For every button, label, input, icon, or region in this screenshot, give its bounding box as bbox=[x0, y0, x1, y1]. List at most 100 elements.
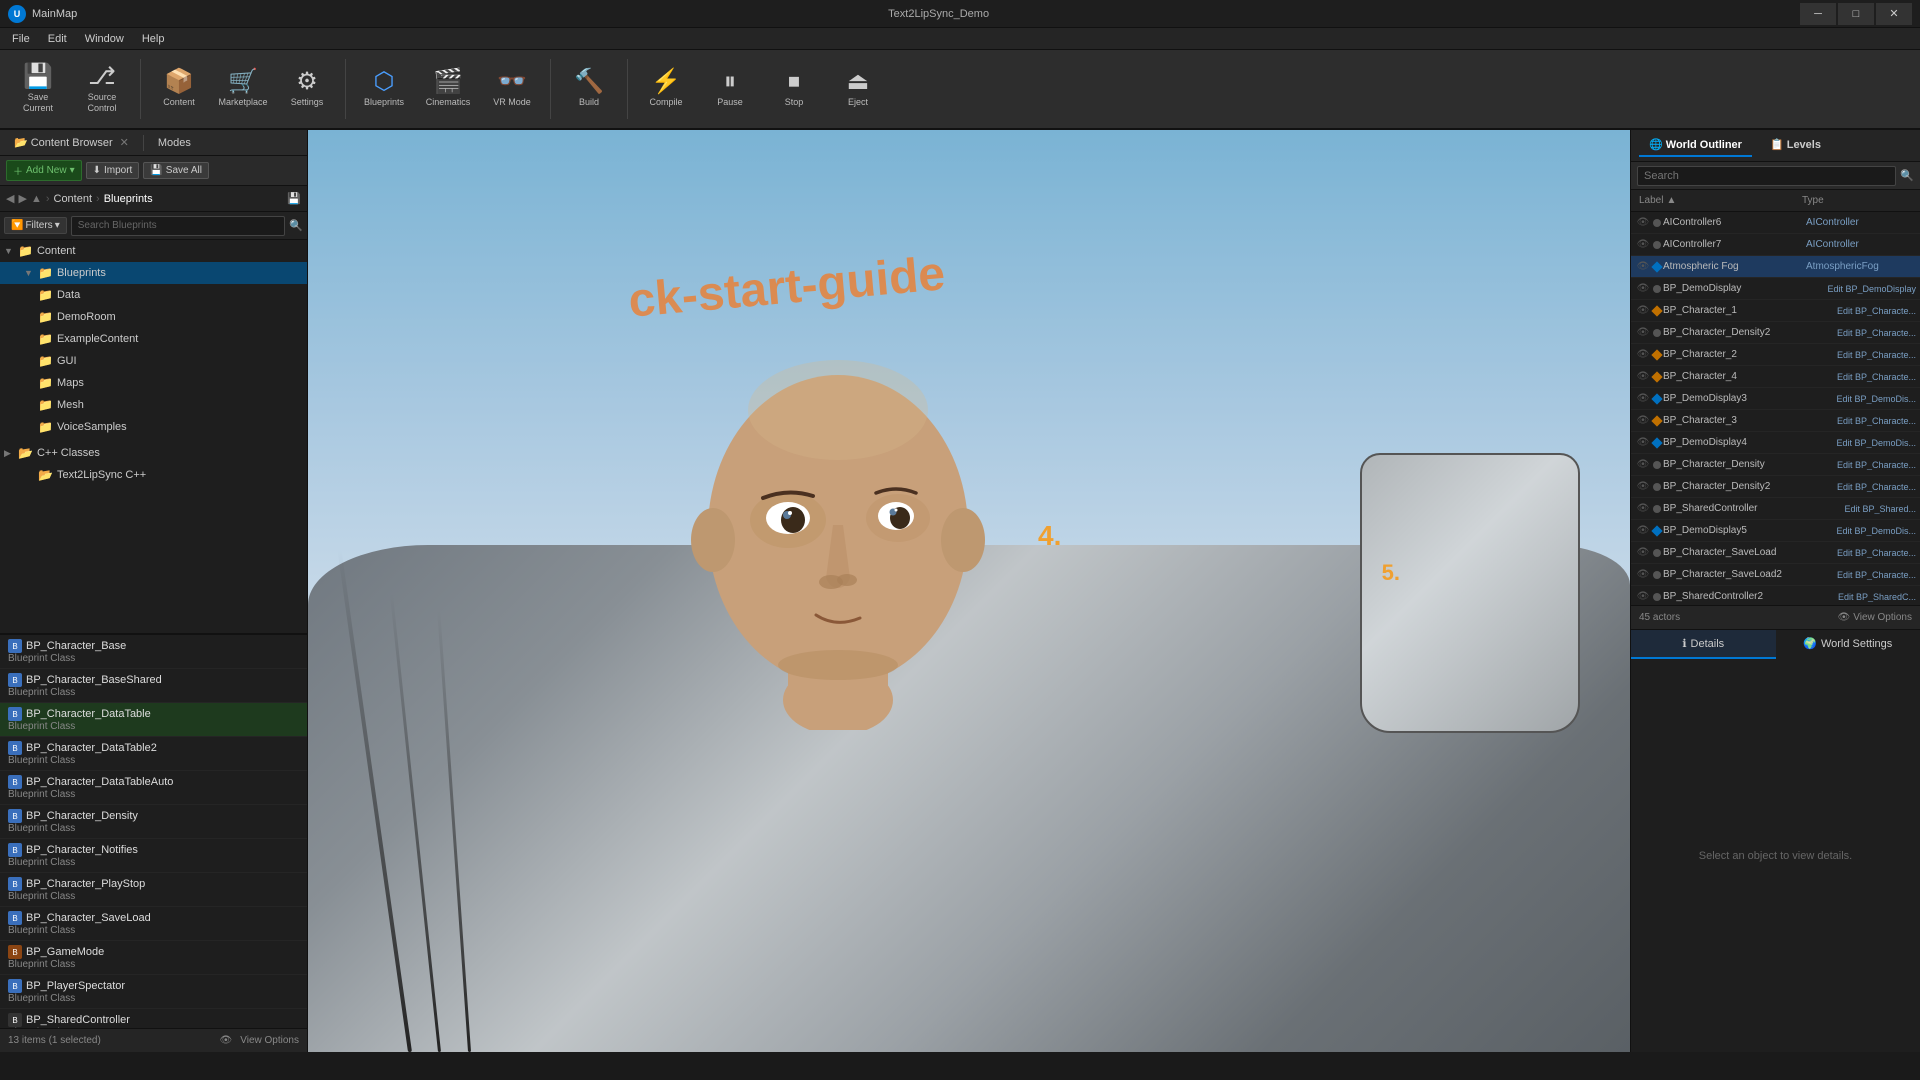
back-btn[interactable]: ◀ bbox=[6, 192, 14, 205]
tree-item-blueprints[interactable]: ▼ 📁 Blueprints bbox=[0, 262, 307, 284]
bp-icon-sharedcontroller: B bbox=[8, 1013, 22, 1027]
ol-item-aicontroller7[interactable]: 👁 AIController7 AIController bbox=[1631, 234, 1920, 256]
bp-name-baseshared: BP_Character_BaseShared bbox=[26, 674, 162, 686]
modes-tab[interactable]: Modes bbox=[152, 135, 197, 151]
pause-button[interactable]: ⏸ Pause bbox=[700, 55, 760, 123]
search-icon[interactable]: 🔍 bbox=[289, 219, 303, 232]
tree-item-voicesamples[interactable]: ▶ 📁 VoiceSamples bbox=[0, 416, 307, 438]
ol-item-saveload[interactable]: 👁 BP_Character_SaveLoad Edit BP_Characte… bbox=[1631, 542, 1920, 564]
blueprints-button[interactable]: ⬡ Blueprints bbox=[354, 55, 414, 123]
ol-item-char-density[interactable]: 👁 BP_Character_Density Edit BP_Characte.… bbox=[1631, 454, 1920, 476]
search-blueprints-text: Search Blueprints bbox=[78, 220, 157, 231]
bp-item-character-baseshared[interactable]: B BP_Character_BaseShared Blueprint Clas… bbox=[0, 669, 307, 703]
bp-item-datatableauto[interactable]: B BP_Character_DataTableAuto Blueprint C… bbox=[0, 771, 307, 805]
up-btn[interactable]: ▲ bbox=[31, 193, 42, 205]
ol-item-saveload2[interactable]: 👁 BP_Character_SaveLoad2 Edit BP_Charact… bbox=[1631, 564, 1920, 586]
forward-btn[interactable]: ▶ bbox=[18, 192, 26, 205]
bp-item-saveload[interactable]: B BP_Character_SaveLoad Blueprint Class bbox=[0, 907, 307, 941]
ol-name-dd4: BP_DemoDisplay4 bbox=[1663, 437, 1834, 448]
save-all-button[interactable]: 💾 Save All bbox=[143, 162, 209, 179]
filters-button[interactable]: 🔽 Filters ▾ bbox=[4, 217, 67, 234]
close-button[interactable]: ✕ bbox=[1876, 3, 1912, 25]
menu-edit[interactable]: Edit bbox=[40, 31, 75, 47]
marketplace-button[interactable]: 🛒 Marketplace bbox=[213, 55, 273, 123]
breadcrumb-save-icon[interactable]: 💾 bbox=[287, 192, 301, 205]
ol-item-dd3[interactable]: 👁 BP_DemoDisplay3 Edit BP_DemoDis... bbox=[1631, 388, 1920, 410]
bp-item-notifies[interactable]: B BP_Character_Notifies Blueprint Class bbox=[0, 839, 307, 873]
source-control-label: Source Control bbox=[76, 92, 128, 114]
ol-item-dd5[interactable]: 👁 BP_DemoDisplay5 Edit BP_DemoDis... bbox=[1631, 520, 1920, 542]
tree-item-cpp[interactable]: ▶ 📂 C++ Classes bbox=[0, 442, 307, 464]
tree-item-content[interactable]: ▼ 📁 Content bbox=[0, 240, 307, 262]
tree-arrow-blueprints: ▼ bbox=[24, 268, 34, 278]
bp-icon-datatableauto: B bbox=[8, 775, 22, 789]
eject-button[interactable]: ⏏ Eject bbox=[828, 55, 888, 123]
ol-item-atmospheric-fog[interactable]: 👁 Atmospheric Fog AtmosphericFog bbox=[1631, 256, 1920, 278]
eye-icon-sc: 👁 bbox=[1635, 503, 1651, 514]
ol-item-shared-ctrl[interactable]: 👁 BP_SharedController Edit BP_Shared... bbox=[1631, 498, 1920, 520]
bp-item-playstop[interactable]: B BP_Character_PlayStop Blueprint Class bbox=[0, 873, 307, 907]
source-control-button[interactable]: ⎇ Source Control bbox=[72, 55, 132, 123]
cinematics-label: Cinematics bbox=[426, 97, 471, 108]
levels-tab[interactable]: 📋 Levels bbox=[1760, 134, 1831, 157]
tree-item-text2lipsync[interactable]: ▶ 📂 Text2LipSync C++ bbox=[0, 464, 307, 486]
tree-label-data: Data bbox=[57, 289, 80, 301]
bp-item-datatable2[interactable]: B BP_Character_DataTable2 Blueprint Clas… bbox=[0, 737, 307, 771]
outliner-search-input[interactable] bbox=[1637, 166, 1896, 186]
content-button[interactable]: 📦 Content bbox=[149, 55, 209, 123]
save-current-button[interactable]: 💾 Save Current bbox=[8, 55, 68, 123]
tree-item-examplecontent[interactable]: ▶ 📁 ExampleContent bbox=[0, 328, 307, 350]
toolbar-sep-3 bbox=[550, 59, 551, 119]
compile-button[interactable]: ⚡ Compile bbox=[636, 55, 696, 123]
bp-item-playerspectator[interactable]: B BP_PlayerSpectator Blueprint Class bbox=[0, 975, 307, 1009]
ol-item-char4[interactable]: 👁 BP_Character_4 Edit BP_Characte... bbox=[1631, 366, 1920, 388]
bp-item-gamemode[interactable]: B BP_GameMode Blueprint Class bbox=[0, 941, 307, 975]
add-new-button[interactable]: ＋ Add New ▾ bbox=[6, 160, 82, 181]
details-content: Select an object to view details. bbox=[1631, 659, 1920, 1052]
details-tab[interactable]: ℹ Details bbox=[1631, 630, 1776, 659]
ol-item-char-density2b[interactable]: 👁 BP_Character_Density2 Edit BP_Characte… bbox=[1631, 476, 1920, 498]
bp-item-density[interactable]: B BP_Character_Density Blueprint Class bbox=[0, 805, 307, 839]
bp-item-sharedcontroller[interactable]: B BP_SharedController Blueprint Class bbox=[0, 1009, 307, 1028]
maximize-button[interactable]: □ bbox=[1838, 3, 1874, 25]
bp-icon-playstop: B bbox=[8, 877, 22, 891]
ol-item-demodisplay[interactable]: 👁 BP_DemoDisplay Edit BP_DemoDisplay bbox=[1631, 278, 1920, 300]
viewport[interactable]: ck-start-guide bbox=[308, 130, 1630, 1052]
tree-item-gui[interactable]: ▶ 📁 GUI bbox=[0, 350, 307, 372]
import-button[interactable]: ⬇ Import bbox=[86, 162, 140, 179]
content-browser-close[interactable]: ✕ bbox=[120, 136, 129, 149]
ol-item-char1[interactable]: 👁 BP_Character_1 Edit BP_Characte... bbox=[1631, 300, 1920, 322]
world-outliner-tab[interactable]: 🌐 World Outliner bbox=[1639, 134, 1752, 157]
content-browser-tab[interactable]: 📂 Content Browser ✕ bbox=[8, 134, 135, 151]
view-options-btn[interactable]: 👁 View Options bbox=[1838, 612, 1912, 623]
menu-file[interactable]: File bbox=[4, 31, 38, 47]
ol-item-density2[interactable]: 👁 BP_Character_Density2 Edit BP_Characte… bbox=[1631, 322, 1920, 344]
ol-item-char2[interactable]: 👁 BP_Character_2 Edit BP_Characte... bbox=[1631, 344, 1920, 366]
minimize-button[interactable]: ─ bbox=[1800, 3, 1836, 25]
bp-item-character-base[interactable]: B BP_Character_Base Blueprint Class bbox=[0, 635, 307, 669]
menu-help[interactable]: Help bbox=[134, 31, 173, 47]
settings-button[interactable]: ⚙ Settings bbox=[277, 55, 337, 123]
breadcrumb-content[interactable]: Content bbox=[54, 193, 93, 205]
bp-item-datatable[interactable]: B BP_Character_DataTable Blueprint Class bbox=[0, 703, 307, 737]
ol-item-shared-ctrl2[interactable]: 👁 BP_SharedController2 Edit BP_SharedC..… bbox=[1631, 586, 1920, 605]
tree-label-examplecontent: ExampleContent bbox=[57, 333, 138, 345]
view-options-label[interactable]: View Options bbox=[240, 1035, 299, 1046]
tree-item-demoroom[interactable]: ▶ 📁 DemoRoom bbox=[0, 306, 307, 328]
world-settings-tab[interactable]: 🌍 World Settings bbox=[1776, 630, 1920, 659]
stop-button[interactable]: ⏹ Stop bbox=[764, 55, 824, 123]
menu-window[interactable]: Window bbox=[77, 31, 132, 47]
ol-item-aicontroller6[interactable]: 👁 AIController6 AIController bbox=[1631, 212, 1920, 234]
build-button[interactable]: 🔨 Build bbox=[559, 55, 619, 123]
tree-item-maps[interactable]: ▶ 📁 Maps bbox=[0, 372, 307, 394]
tree-item-data[interactable]: ▶ 📁 Data bbox=[0, 284, 307, 306]
tree-item-mesh[interactable]: ▶ 📁 Mesh bbox=[0, 394, 307, 416]
search-blueprints-box[interactable]: Search Blueprints bbox=[71, 216, 286, 236]
toolbar: 💾 Save Current ⎇ Source Control 📦 Conten… bbox=[0, 50, 1920, 130]
blueprints-label: Blueprints bbox=[364, 97, 404, 108]
breadcrumb-blueprints[interactable]: Blueprints bbox=[104, 193, 153, 205]
ol-item-dd4[interactable]: 👁 BP_DemoDisplay4 Edit BP_DemoDis... bbox=[1631, 432, 1920, 454]
vr-mode-button[interactable]: 👓 VR Mode bbox=[482, 55, 542, 123]
ol-item-char3[interactable]: 👁 BP_Character_3 Edit BP_Characte... bbox=[1631, 410, 1920, 432]
cinematics-button[interactable]: 🎬 Cinematics bbox=[418, 55, 478, 123]
